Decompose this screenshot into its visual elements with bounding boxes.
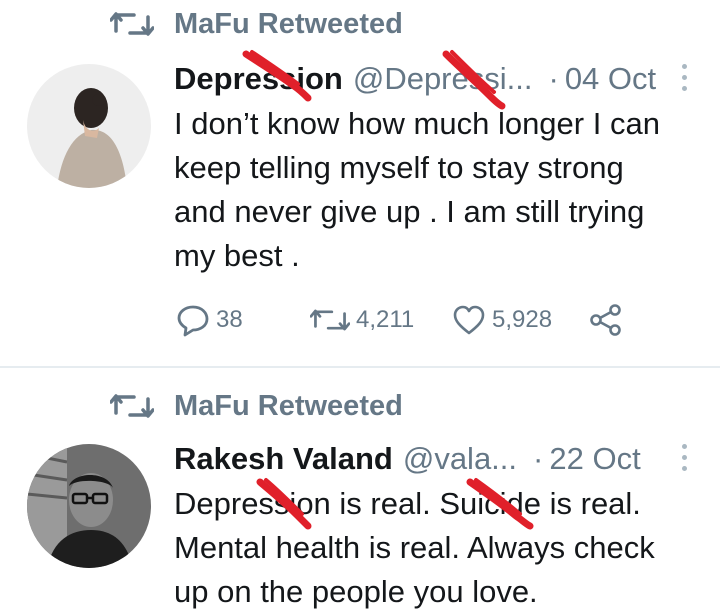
tweet-header: Depression @Depressi... · 04 Oct [174, 56, 690, 102]
separator-dot: · [548, 61, 559, 96]
author-handle[interactable]: @vala... [403, 441, 517, 477]
retweet-icon [110, 12, 154, 36]
retweet-context: MaFu Retweeted [110, 4, 403, 44]
author-handle[interactable]: @Depressi... [353, 61, 533, 97]
more-icon[interactable] [680, 64, 690, 94]
tweet-header: Rakesh Valand @vala... · 22 Oct [174, 436, 690, 482]
tweet-text-line: and never give up . I am still trying [174, 194, 645, 229]
tweet-text-line: my best . [174, 238, 300, 273]
share-button[interactable] [588, 298, 624, 342]
retweet-count: 4,211 [356, 306, 415, 333]
tweet-text-line: I don’t know how much longer I can [174, 106, 660, 141]
share-icon [590, 304, 621, 336]
tweet-2[interactable]: MaFu Retweeted Rakesh Valand @vala... · … [0, 368, 720, 616]
retweet-context: MaFu Retweeted [110, 386, 403, 426]
avatar[interactable] [27, 64, 151, 188]
avatar-image [27, 64, 151, 188]
tweet-time[interactable]: 04 Oct [565, 61, 656, 97]
author-name[interactable]: Rakesh Valand [174, 441, 393, 477]
author-name[interactable]: Depression [174, 61, 343, 97]
heart-icon [453, 305, 485, 335]
reply-icon [177, 305, 209, 337]
tweet-text: I don’t know how much longer I can keep … [174, 102, 694, 278]
retweet-button[interactable]: 4,211 [310, 298, 414, 342]
tweet-text-line: Mental health is real. Always check [174, 530, 655, 565]
tweet-text-line: keep telling myself to stay strong [174, 150, 624, 185]
tweet-time[interactable]: 22 Oct [549, 441, 640, 477]
tweet-text-line: Depression is real. Suicide is real. [174, 486, 641, 521]
like-button[interactable]: 5,928 [452, 298, 552, 342]
tweet-text: Depression is real. Suicide is real. Men… [174, 482, 694, 614]
retweet-icon [110, 394, 154, 418]
more-icon[interactable] [680, 444, 690, 474]
retweeted-by-label: MaFu Retweeted [174, 7, 403, 40]
separator-dot: · [533, 441, 544, 476]
avatar[interactable] [27, 444, 151, 568]
tweet-actions: 38 4,211 5,928 [176, 298, 646, 342]
tweet-text-line: up on the people you love. [174, 574, 538, 609]
avatar-image [27, 444, 151, 568]
retweet-icon [310, 309, 350, 331]
tweet-1[interactable]: MaFu Retweeted Depression @Depressi... ·… [0, 0, 720, 368]
like-count: 5,928 [492, 306, 553, 333]
reply-count: 38 [216, 306, 243, 333]
retweeted-by-label: MaFu Retweeted [174, 389, 403, 422]
reply-button[interactable]: 38 [176, 298, 243, 342]
